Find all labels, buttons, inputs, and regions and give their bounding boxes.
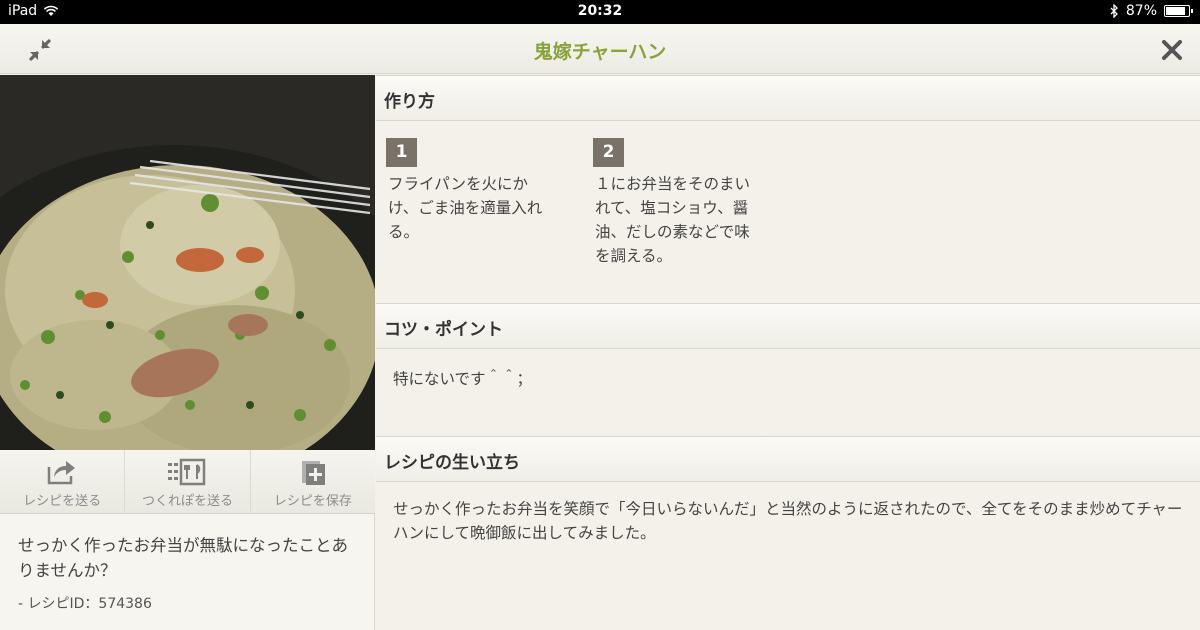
tsukurepo-icon (168, 458, 206, 486)
left-pane: レシピを送る つくれぽを送る レシピを保存 せっかく作ったお弁当が無駄になったこ… (0, 75, 375, 630)
story-text: せっかく作ったお弁当を笑顔で「今日いらないんだ」と当然のように返されたので、全て… (393, 500, 1183, 542)
recipe-description: せっかく作ったお弁当が無駄になったことありませんか？ (18, 536, 348, 580)
save-recipe-label: レシピを保存 (273, 494, 352, 509)
step-text-1: フライパンを火にかけ、ごま油を適量入れる。 (388, 175, 543, 241)
tips-heading: コツ・ポイント (376, 303, 1200, 349)
tips-text: 特にないです＾＾； (393, 370, 533, 388)
story-heading: レシピの生い立ち (376, 436, 1200, 482)
recipe-id: - レシピID：574386 (18, 596, 152, 612)
step-number-2: 2 (593, 138, 624, 167)
send-recipe-button[interactable]: レシピを送る (0, 450, 126, 513)
share-icon (47, 461, 76, 485)
battery-percent: 87% (1125, 3, 1157, 19)
send-recipe-label: レシピを送る (23, 494, 102, 509)
save-recipe-button[interactable]: レシピを保存 (251, 450, 375, 513)
page-title: 鬼嫁チャーハン (533, 41, 667, 63)
step-number-1: 1 (386, 138, 417, 167)
bluetooth-icon (1110, 4, 1118, 18)
battery-icon (1164, 5, 1193, 17)
send-tsukurepo-label: つくれぽを送る (141, 494, 233, 509)
nav-bar: 鬼嫁チャーハン (0, 24, 1200, 74)
close-icon (1162, 40, 1182, 60)
recipe-photo (0, 75, 375, 450)
close-button[interactable] (1156, 34, 1188, 66)
action-bar: レシピを送る つくれぽを送る レシピを保存 (0, 450, 375, 514)
steps-heading: 作り方 (376, 75, 1200, 121)
step-text-2: １にお弁当をそのまいれて、塩コショウ、醤油、だしの素などで味を調える。 (595, 175, 751, 265)
send-tsukurepo-button[interactable]: つくれぽを送る (125, 450, 251, 513)
right-pane: 作り方 1 フライパンを火にかけ、ごま油を適量入れる。 2 １にお弁当をそのまい… (376, 75, 1200, 630)
clock: 20:32 (577, 3, 623, 19)
save-recipe-icon (301, 461, 325, 485)
status-bar: iPad 20:32 87% (0, 0, 1200, 24)
